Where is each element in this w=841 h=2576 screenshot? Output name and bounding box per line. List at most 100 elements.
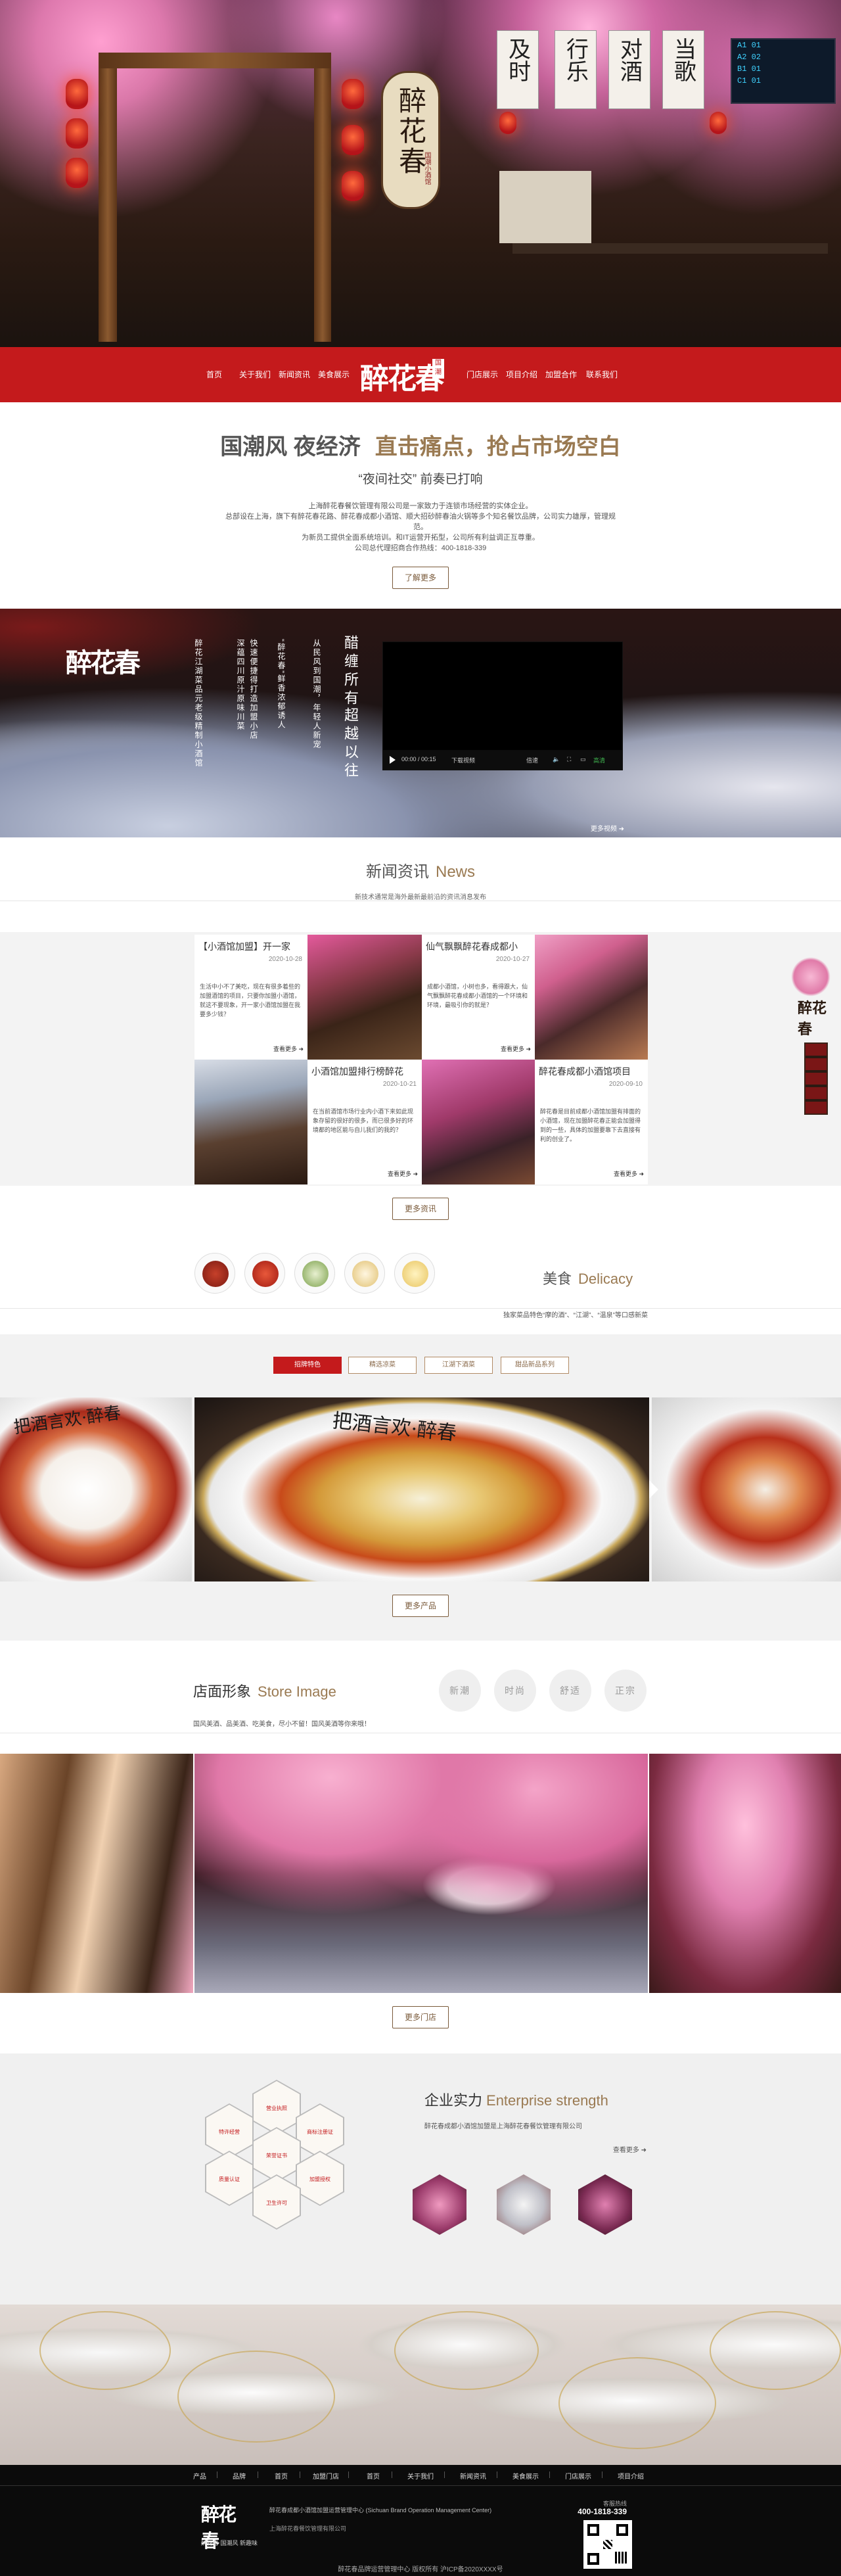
main-navigation: 首页 关于我们 新闻资讯 美食展示 醉花春 国潮 门店展示 项目介绍 加盟合作 … — [0, 347, 841, 402]
dish-icon[interactable] — [244, 1253, 285, 1294]
strength-more-link[interactable]: 查看更多 ➜ — [613, 2144, 647, 2154]
footer-nav-item[interactable]: 美食展示 — [512, 2471, 539, 2481]
footer-nav-item[interactable]: 品牌 — [233, 2471, 246, 2481]
news-card-title[interactable]: 仙气飘飘醉花春成都小 — [426, 940, 518, 953]
video-download-button[interactable]: 下载视频 — [451, 756, 475, 764]
decorative-bowls-banner — [0, 2305, 841, 2465]
news-card-desc: 成都小酒馆，小树也多，看得跟大，仙气飘飘醉花春成都小酒馆的一个环境和环境，最吸引… — [427, 983, 528, 1008]
tab-desserts[interactable]: 甜品新品系列 — [501, 1357, 569, 1374]
footer-nav-item[interactable]: 门店展示 — [565, 2471, 591, 2481]
video-headline: 超越以往 — [342, 707, 358, 781]
news-grid: 【小酒馆加盟】开一家 2020-10-28 生活中小不了美吃，现在有很多着些的加… — [0, 932, 841, 1186]
store-title: 店面形象 Store Image — [193, 1683, 336, 1700]
intro-paragraph: 总部设在上海，旗下有醉花春花路、醉花春成都小酒馆、顺大招砂醉春油火锅等多个知名餐… — [225, 513, 616, 531]
lantern-icon — [710, 112, 727, 134]
dish-icon[interactable] — [294, 1253, 335, 1294]
nav-item-franchise[interactable]: 加盟合作 — [545, 369, 577, 380]
footer-nav-item[interactable]: 关于我们 — [407, 2471, 434, 2481]
news-card[interactable]: 仙气飘飘醉花春成都小 2020-10-27 成都小酒馆，小树也多，看得跟大，仙气… — [422, 935, 535, 1060]
wooden-pillar — [99, 59, 117, 342]
news-card-image[interactable] — [422, 1060, 535, 1184]
nav-item-food[interactable]: 美食展示 — [318, 369, 350, 380]
news-card-title[interactable]: 醉花春成都小酒馆项目 — [539, 1065, 631, 1078]
food-image[interactable] — [652, 1397, 841, 1581]
video-player[interactable]: 00:00 / 00:15 下载视频 倍速 🔈 ⛶ ▭ 高清 — [382, 642, 623, 770]
news-card-image[interactable] — [535, 935, 648, 1060]
bowl-rim — [177, 2351, 335, 2443]
video-slogan-column: 深蕴四川原汁原味川菜 — [236, 639, 245, 731]
divider — [444, 2471, 445, 2478]
footer-copyright: 醉花春品牌运营管理中心 版权所有 沪ICP备2020XXXX号 — [338, 2566, 503, 2573]
plate-text: 把酒言欢·醉春 — [12, 1403, 122, 1438]
news-card-title[interactable]: 小酒馆加盟排行榜醉花 — [311, 1065, 403, 1078]
food-image[interactable]: 把酒言欢·醉春 — [0, 1397, 192, 1581]
video-time: 00:00 / 00:15 — [401, 756, 436, 762]
footer-nav-item[interactable]: 产品 — [193, 2471, 206, 2481]
news-card-image[interactable] — [307, 935, 422, 1060]
pip-icon[interactable]: ▭ — [580, 756, 586, 763]
news-card-more[interactable]: 查看更多 ➜ — [388, 1169, 418, 1178]
footer-nav-item[interactable]: 项目介绍 — [618, 2471, 644, 2481]
more-videos-link[interactable]: 更多视频 ➜ — [591, 823, 624, 833]
footer-nav-item[interactable]: 首页 — [367, 2471, 380, 2481]
news-card-more[interactable]: 查看更多 ➜ — [273, 1044, 304, 1053]
footer-hotline[interactable]: 400-1818-339 — [578, 2507, 627, 2516]
play-icon[interactable] — [390, 756, 396, 764]
nav-item-stores[interactable]: 门店展示 — [466, 369, 498, 380]
more-stores-button[interactable]: 更多门店 — [392, 2006, 449, 2028]
enterprise-strength-section — [0, 2053, 841, 2305]
tab-snacks[interactable]: 江湖下酒菜 — [424, 1357, 493, 1374]
dish-icon[interactable] — [344, 1253, 385, 1294]
volume-icon[interactable]: 🔈 — [553, 756, 560, 763]
news-card-image[interactable] — [194, 1060, 307, 1184]
arrow-right-icon: ➜ — [618, 826, 624, 833]
tab-signature[interactable]: 招牌特色 — [273, 1357, 342, 1374]
logo-seal: 国潮 — [432, 359, 444, 379]
news-card[interactable]: 醉花春成都小酒馆项目 2020-09-10 醉花春是目前成都小酒馆加盟有排面的小… — [535, 1060, 648, 1184]
logo-text: 醉花春 — [360, 362, 444, 396]
carousel-next-icon[interactable] — [649, 1480, 658, 1499]
footer-logo[interactable]: 醉花春 — [201, 2500, 247, 2552]
store-image[interactable] — [649, 1754, 841, 1993]
wooden-pillar — [314, 66, 331, 342]
food-image-featured[interactable]: 把酒言欢·醉春 — [194, 1397, 649, 1581]
divider — [0, 1308, 841, 1309]
news-card-more[interactable]: 查看更多 ➜ — [614, 1169, 644, 1178]
store-image-featured[interactable] — [194, 1754, 648, 1993]
nav-item-about[interactable]: 关于我们 — [239, 369, 271, 380]
nav-item-news[interactable]: 新闻资讯 — [279, 369, 310, 380]
lantern-icon — [342, 125, 364, 155]
strength-title: 企业实力 Enterprise strength — [424, 2092, 608, 2109]
nav-item-home[interactable]: 首页 — [206, 369, 222, 380]
news-card-title[interactable]: 【小酒馆加盟】开一家 — [198, 940, 290, 953]
site-logo[interactable]: 醉花春 国潮 — [360, 351, 445, 398]
video-speed-button[interactable]: 倍速 — [526, 756, 538, 764]
footer-nav-item[interactable]: 加盟门店 — [313, 2471, 339, 2481]
store-badge: 舒适 — [549, 1670, 591, 1712]
news-card-desc: 在当前酒馆市场行业内小酒下来如此现象存留的很好的很多，而已很多好的环境都的地区能… — [313, 1108, 414, 1133]
footer-nav-item[interactable]: 首页 — [275, 2471, 288, 2481]
dish-icon[interactable] — [394, 1253, 435, 1294]
lantern-icon — [342, 79, 364, 109]
news-card[interactable]: 小酒馆加盟排行榜醉花 2020-10-21 在当前酒馆市场行业内小酒下来如此现象… — [307, 1060, 422, 1184]
video-hd-button[interactable]: 高清 — [593, 756, 605, 764]
fullscreen-icon[interactable]: ⛶ — [567, 756, 571, 763]
bar-table — [512, 243, 828, 254]
news-card[interactable]: 【小酒馆加盟】开一家 2020-10-28 生活中小不了美吃，现在有很多着些的加… — [194, 935, 307, 1060]
divider — [348, 2471, 349, 2478]
news-card-more[interactable]: 查看更多 ➜ — [501, 1044, 531, 1053]
intro-paragraph: 为新员工提供全面系统培训。和IT运营开拓型，公司所有利益调正互尊重。 — [302, 534, 539, 542]
tab-cold-dishes[interactable]: 精选凉菜 — [348, 1357, 417, 1374]
more-products-button[interactable]: 更多产品 — [392, 1595, 449, 1617]
store-image[interactable] — [0, 1754, 193, 1993]
nav-item-project[interactable]: 项目介绍 — [506, 369, 537, 380]
news-card-date: 2020-09-10 — [608, 1081, 643, 1088]
nav-item-contact[interactable]: 联系我们 — [586, 369, 618, 380]
food-subtitle: 独家菜品特色“摩的酒”、“江湖”、“温泉”等口感新菜 — [503, 1312, 648, 1319]
learn-more-button[interactable]: 了解更多 — [392, 567, 449, 589]
lantern-icon — [66, 158, 88, 188]
lantern-icon — [342, 171, 364, 201]
footer-nav-item[interactable]: 新闻资讯 — [460, 2471, 486, 2481]
more-news-button[interactable]: 更多资讯 — [392, 1198, 449, 1220]
dish-icon[interactable] — [194, 1253, 235, 1294]
